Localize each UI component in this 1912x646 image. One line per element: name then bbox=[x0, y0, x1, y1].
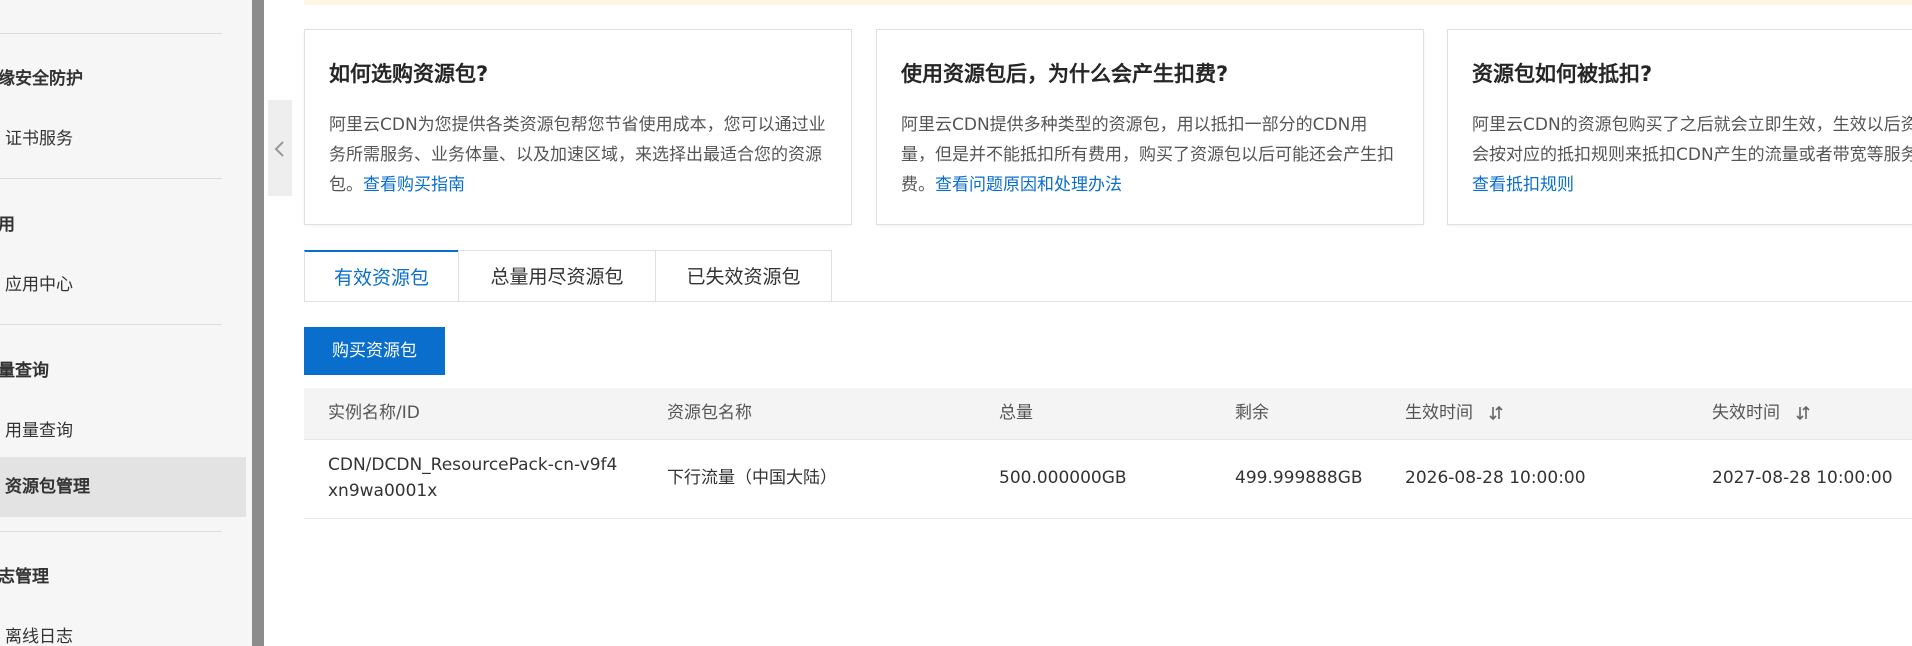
card-title: 使用资源包后，为什么会产生扣费? bbox=[901, 62, 1229, 86]
info-card-deduction: 资源包如何被抵扣? 阿里云CDN的资源包购买了之后就会立即生效，生效以后资源包将… bbox=[1447, 29, 1912, 225]
sidebar-item-certificate[interactable]: 证书服务 bbox=[0, 124, 73, 149]
column-header-instance: 实例名称/ID bbox=[328, 403, 420, 423]
sidebar-item-offline-logs[interactable]: 离线日志 bbox=[0, 622, 73, 646]
info-card-how-to-buy: 如何选购资源包? 阿里云CDN为您提供各类资源包帮您节省使用成本，您可以通过业务… bbox=[304, 29, 852, 225]
tab-expired-packages[interactable]: 已失效资源包 bbox=[655, 250, 832, 302]
sidebar-nav: 缘安全防护 证书服务 用 应用中心 量查询 用量查询 资源包管理 志管理 离线日… bbox=[0, 0, 252, 646]
sort-icon[interactable] bbox=[1488, 405, 1504, 421]
table-row: CDN/DCDN_ResourcePack-cn-v9f4xn9wa0001x … bbox=[304, 440, 1912, 519]
sidebar-group-apps: 用 bbox=[0, 215, 15, 235]
expire-time: 2027-08-28 10:00:00 bbox=[1712, 468, 1893, 488]
package-remaining: 499.999888GB bbox=[1235, 468, 1363, 488]
notice-banner bbox=[304, 0, 1912, 5]
chevron-left-icon bbox=[274, 141, 284, 157]
package-name: 下行流量（中国大陆） bbox=[667, 468, 837, 488]
card-title: 如何选购资源包? bbox=[329, 62, 489, 86]
effective-time: 2026-08-28 10:00:00 bbox=[1405, 468, 1586, 488]
sidebar-group-usage: 量查询 bbox=[0, 361, 49, 381]
card-body: 阿里云CDN为您提供各类资源包帮您节省使用成本，您可以通过业务所需服务、业务体量… bbox=[329, 115, 826, 195]
column-header-package-name: 资源包名称 bbox=[667, 403, 752, 423]
card-body: 阿里云CDN提供多种类型的资源包，用以抵扣一部分的CDN用量，但是并不能抵扣所有… bbox=[901, 115, 1394, 195]
tab-exhausted-packages[interactable]: 总量用尽资源包 bbox=[458, 250, 656, 302]
sidebar-item-usage-query[interactable]: 用量查询 bbox=[0, 416, 73, 441]
card-title: 资源包如何被抵扣? bbox=[1472, 62, 1653, 86]
tabs-underline bbox=[304, 301, 1912, 302]
column-header-remaining: 剩余 bbox=[1235, 403, 1269, 423]
sidebar-gutter bbox=[252, 0, 264, 646]
column-header-total: 总量 bbox=[999, 403, 1033, 423]
sidebar-collapse-toggle[interactable] bbox=[268, 100, 292, 196]
buy-guide-link[interactable]: 查看购买指南 bbox=[363, 175, 465, 195]
sidebar-group-logs: 志管理 bbox=[0, 567, 49, 587]
package-total: 500.000000GB bbox=[999, 468, 1127, 488]
sidebar-divider bbox=[0, 33, 222, 34]
card-body: 阿里云CDN的资源包购买了之后就会立即生效，生效以后资源包将会按对应的抵扣规则来… bbox=[1472, 115, 1912, 195]
sidebar-item-resource-packages[interactable]: 资源包管理 bbox=[0, 457, 246, 517]
sidebar-group-edge-security: 缘安全防护 bbox=[0, 69, 83, 89]
problem-solution-link[interactable]: 查看问题原因和处理办法 bbox=[935, 175, 1122, 195]
sort-icon[interactable] bbox=[1795, 405, 1811, 421]
instance-id: CDN/DCDN_ResourcePack-cn-v9f4xn9wa0001x bbox=[328, 455, 618, 501]
sidebar-item-app-center[interactable]: 应用中心 bbox=[0, 270, 73, 295]
column-header-expire-time[interactable]: 失效时间 bbox=[1712, 388, 1811, 439]
info-card-why-charged: 使用资源包后，为什么会产生扣费? 阿里云CDN提供多种类型的资源包，用以抵扣一部… bbox=[876, 29, 1424, 225]
tab-valid-packages[interactable]: 有效资源包 bbox=[304, 250, 459, 302]
sidebar-divider bbox=[0, 324, 222, 325]
column-header-effective-time[interactable]: 生效时间 bbox=[1405, 388, 1504, 439]
buy-package-button[interactable]: 购买资源包 bbox=[304, 327, 445, 375]
table-header: 实例名称/ID 资源包名称 总量 剩余 生效时间 失效时间 bbox=[304, 388, 1912, 440]
sidebar-divider bbox=[0, 178, 222, 179]
sidebar-divider bbox=[0, 531, 222, 532]
deduction-rules-link[interactable]: 查看抵扣规则 bbox=[1472, 175, 1574, 195]
